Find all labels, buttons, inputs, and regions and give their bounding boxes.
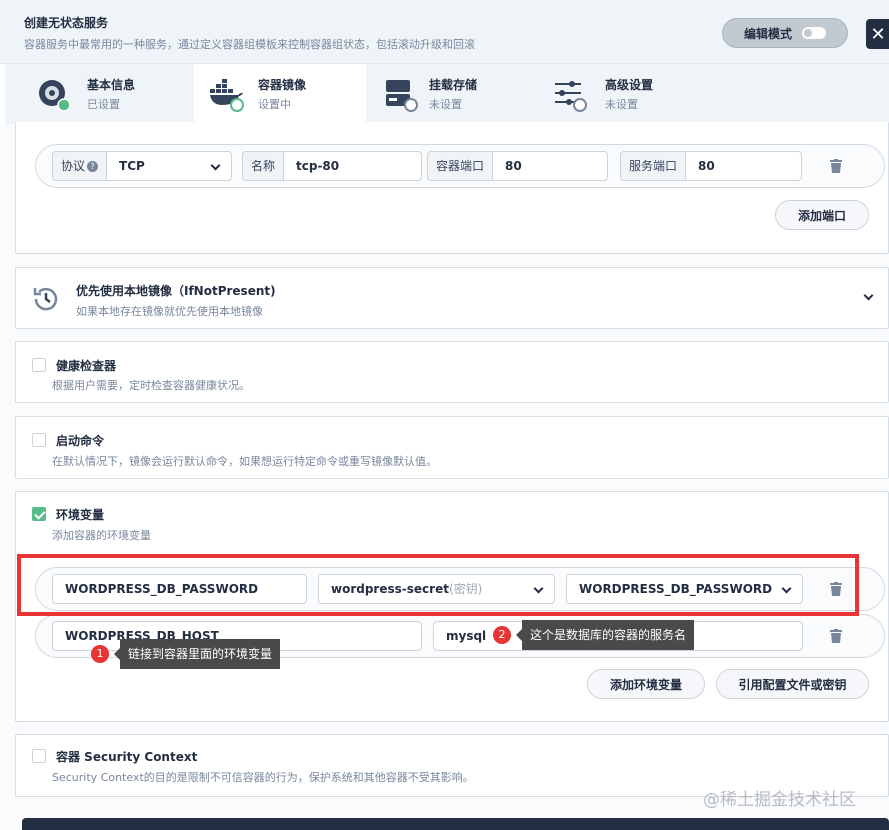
- protocol-select[interactable]: TCP: [106, 151, 233, 181]
- trash-icon[interactable]: [830, 629, 842, 643]
- sliders-icon: [555, 81, 587, 112]
- step-tabs: 基本信息 已设置 容器镜像 设置中 挂载存储 未设置 高级设置 未设置: [5, 64, 889, 124]
- env-key-group: WORDPRESS_DB_PASSWORD: [52, 574, 307, 604]
- protocol-group: 协议? TCP: [52, 151, 233, 181]
- edit-mode-toggle[interactable]: 编辑模式: [722, 18, 848, 48]
- tab-label: 挂载存储: [429, 78, 478, 92]
- service-port-label: 服务端口: [620, 151, 686, 181]
- add-env-var-button[interactable]: 添加环境变量: [587, 669, 705, 699]
- image-pull-policy-card[interactable]: 优先使用本地镜像（IfNotPresent) 如果本地存在镜像就优先使用本地镜像: [15, 267, 889, 329]
- env-vars-card: 环境变量 添加容器的环境变量 WORDPRESS_DB_PASSWORD wor…: [15, 491, 889, 722]
- env-vars-title: 环境变量: [56, 508, 105, 522]
- ports-card: 协议? TCP 名称 tcp-80 容器端口 80 服务端口 80 添加端口: [15, 122, 889, 254]
- port-name-input[interactable]: tcp-80: [283, 151, 423, 181]
- container-port-input[interactable]: 80: [492, 151, 609, 181]
- page-description: 容器服务中最常用的一种服务，通过定义容器组模板来控制容器组状态，包括滚动升级和回…: [24, 38, 475, 51]
- image-pull-description: 如果本地存在镜像就优先使用本地镜像: [76, 305, 263, 318]
- tab-label: 容器镜像: [258, 78, 307, 92]
- startup-command-title: 启动命令: [56, 434, 105, 448]
- chevron-down-icon: [533, 583, 544, 594]
- hard-drive-icon: [386, 80, 418, 112]
- env-secret-key-group: WORDPRESS_DB_PASSWORD: [566, 574, 803, 604]
- tab-label: 高级设置: [605, 78, 654, 92]
- chevron-down-icon: [863, 290, 874, 301]
- annotation-marker-1: 1: [91, 645, 109, 663]
- annotation-tooltip-1: 链接到容器里面的环境变量: [113, 639, 281, 669]
- page-header: 创建无状态服务 容器服务中最常用的一种服务，通过定义容器组模板来控制容器组状态，…: [0, 0, 889, 64]
- form-body: 协议? TCP 名称 tcp-80 容器端口 80 服务端口 80 添加端口 优…: [0, 122, 889, 830]
- protocol-label: 协议?: [52, 151, 107, 181]
- trash-icon[interactable]: [830, 159, 842, 173]
- watermark: @稀土掘金技术社区: [703, 790, 856, 810]
- toggle-switch-icon: [802, 27, 826, 39]
- health-check-title: 健康检查器: [56, 359, 117, 373]
- service-port-input[interactable]: 80: [685, 151, 803, 181]
- tab-mount-storage[interactable]: 挂载存储 未设置: [366, 64, 538, 124]
- startup-command-description: 在默认情况下，镜像会运行默认命令，如果想运行特定命令或重写镜像默认值。: [52, 455, 437, 468]
- env-secret-key-select[interactable]: WORDPRESS_DB_PASSWORD: [566, 574, 803, 604]
- startup-command-card: 启动命令 在默认情况下，镜像会运行默认命令，如果想运行特定命令或重写镜像默认值。: [15, 416, 889, 479]
- port-row: 协议? TCP 名称 tcp-80 容器端口 80 服务端口 80: [35, 144, 885, 188]
- docker-whale-icon: [210, 79, 244, 112]
- close-icon[interactable]: ✕: [866, 19, 889, 49]
- edit-mode-label: 编辑模式: [743, 26, 792, 41]
- disc-icon: [39, 80, 71, 112]
- chevron-down-icon: [210, 160, 221, 171]
- port-name-group: 名称 tcp-80: [242, 151, 423, 181]
- tab-advanced-settings[interactable]: 高级设置 未设置: [537, 64, 709, 124]
- tab-container-image[interactable]: 容器镜像 设置中: [194, 64, 366, 124]
- container-port-label: 容器端口: [427, 151, 493, 181]
- health-check-description: 根据用户需要，定时检查容器健康状况。: [52, 379, 250, 392]
- env-source-group: wordpress-secret(密钥): [318, 574, 555, 604]
- container-port-group: 容器端口 80: [427, 151, 609, 181]
- chevron-down-icon: [781, 583, 792, 594]
- reference-config-button[interactable]: 引用配置文件或密钥: [716, 669, 869, 699]
- security-context-checkbox[interactable]: [32, 749, 46, 763]
- annotation-tooltip-2: 这个是数据库的容器的服务名: [515, 620, 695, 650]
- trash-icon[interactable]: [830, 582, 842, 596]
- env-key-input[interactable]: WORDPRESS_DB_PASSWORD: [52, 574, 307, 604]
- tab-status: 未设置: [605, 98, 638, 111]
- annotation-marker-2: 2: [493, 626, 511, 644]
- env-secret-select[interactable]: wordpress-secret(密钥): [318, 574, 555, 604]
- security-context-description: Security Context的目的是限制不可信容器的行为，保护系统和其他容器…: [52, 771, 474, 784]
- security-context-title: 容器 Security Context: [56, 750, 198, 764]
- port-name-label: 名称: [242, 151, 284, 181]
- tab-status: 已设置: [87, 98, 120, 111]
- add-port-button[interactable]: 添加端口: [775, 200, 869, 230]
- env-row-secret: WORDPRESS_DB_PASSWORD wordpress-secret(密…: [35, 567, 885, 611]
- health-check-checkbox[interactable]: [32, 358, 46, 372]
- history-clock-icon: [33, 287, 58, 311]
- help-icon: ?: [87, 161, 99, 172]
- env-vars-description: 添加容器的环境变量: [52, 529, 151, 542]
- env-vars-checkbox[interactable]: [32, 507, 46, 521]
- footer-bar: [22, 818, 889, 830]
- page-title: 创建无状态服务: [24, 16, 109, 30]
- service-port-group: 服务端口 80: [620, 151, 803, 181]
- health-check-card: 健康检查器 根据用户需要，定时检查容器健康状况。: [15, 341, 889, 403]
- tab-status: 未设置: [429, 98, 462, 111]
- tab-status: 设置中: [258, 98, 291, 111]
- tab-basic-info[interactable]: 基本信息 已设置: [5, 64, 177, 124]
- tab-label: 基本信息: [87, 78, 136, 92]
- image-pull-title: 优先使用本地镜像（IfNotPresent): [76, 284, 276, 298]
- startup-command-checkbox[interactable]: [32, 433, 46, 447]
